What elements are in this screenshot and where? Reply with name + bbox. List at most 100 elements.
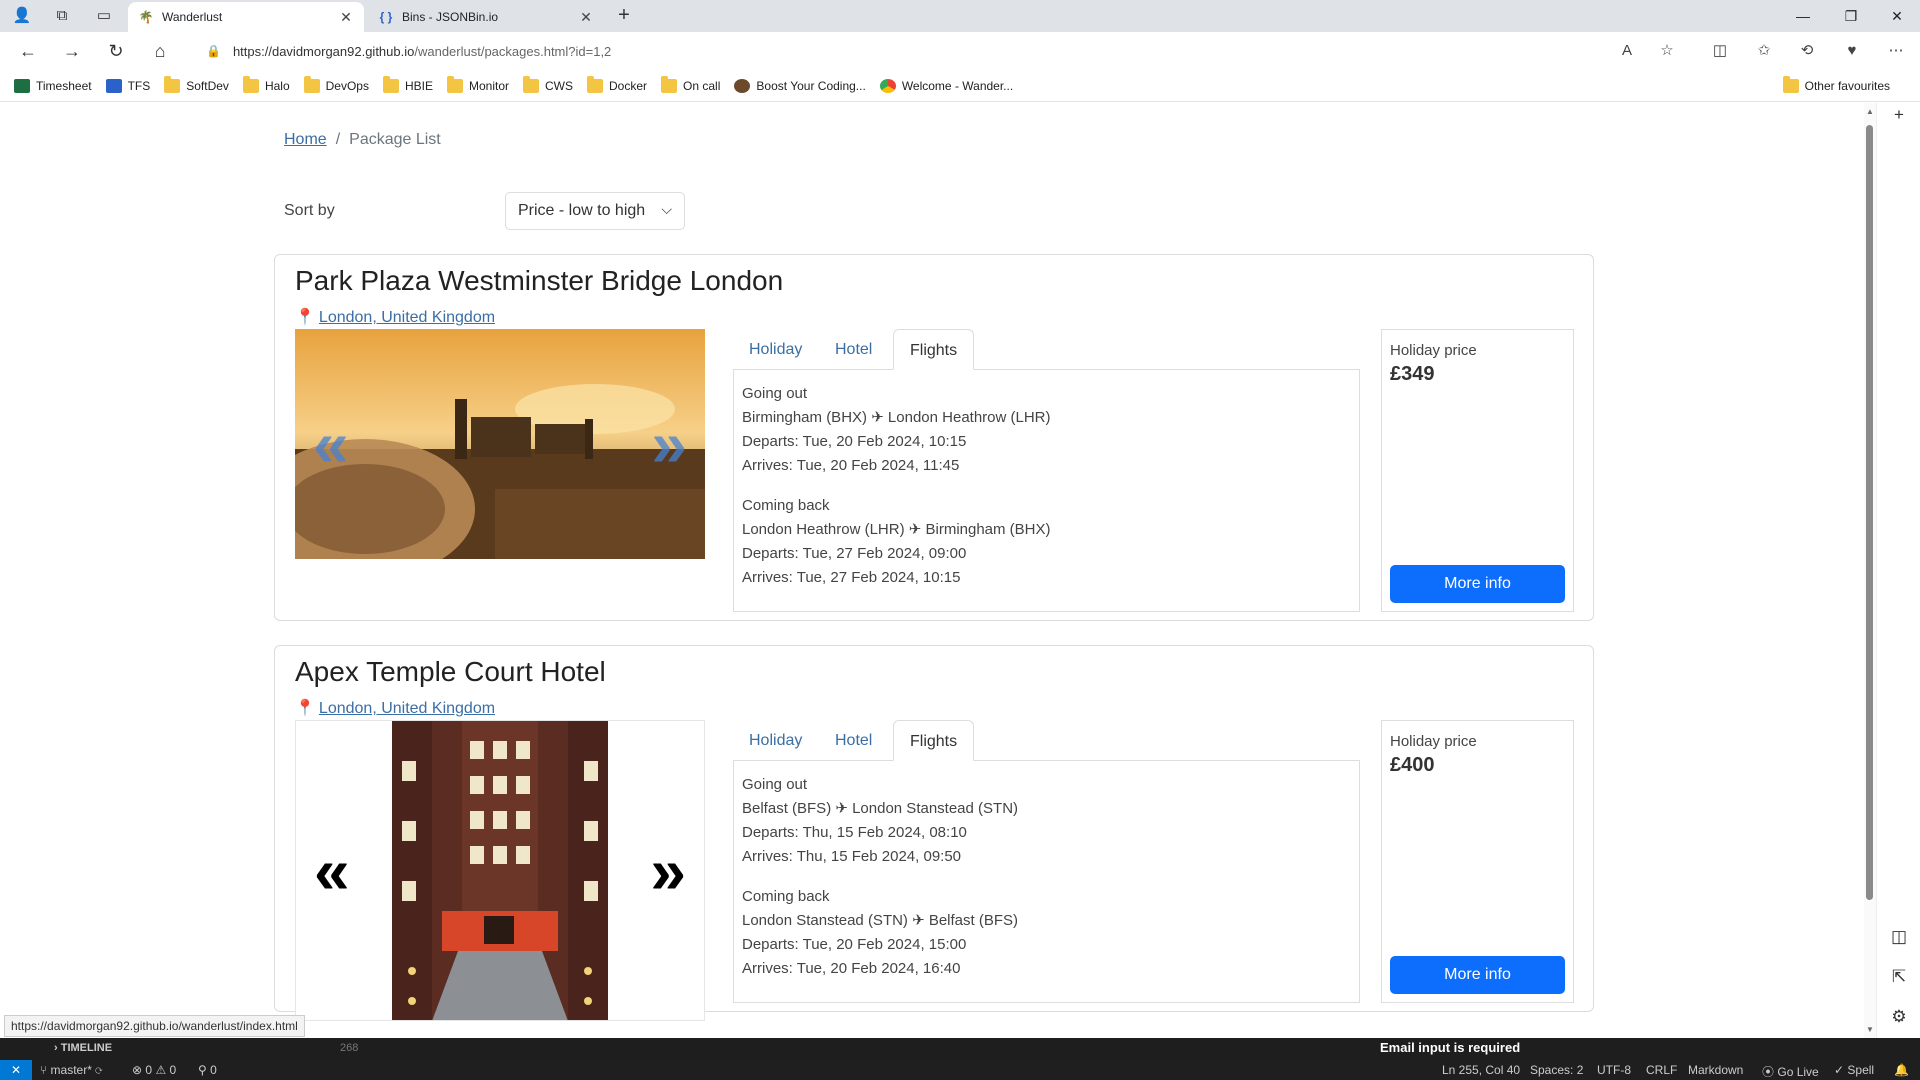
forward-icon[interactable]: → (60, 39, 84, 63)
bookmark-docker[interactable]: Docker (587, 75, 647, 93)
going-out-arrives: Arrives: Tue, 20 Feb 2024, 11:45 (742, 457, 960, 474)
profile-icon[interactable]: 👤 (10, 4, 34, 28)
coming-back-departs: Departs: Tue, 20 Feb 2024, 15:00 (742, 936, 967, 953)
carousel-next-icon[interactable]: » (651, 412, 687, 476)
problem-message: Email input is required (1380, 1040, 1521, 1055)
sidebar-settings-icon[interactable]: ⚙ (1887, 1005, 1911, 1029)
eol-status[interactable]: CRLF (1646, 1063, 1677, 1077)
coming-back-heading: Coming back (742, 888, 830, 905)
sidebar-layout-icon[interactable]: ◫ (1887, 925, 1911, 949)
tab-holiday[interactable]: Holiday (733, 329, 818, 370)
restore-button[interactable]: ❐ (1828, 0, 1874, 32)
scroll-up-icon[interactable]: ▲ (1864, 107, 1876, 116)
open-external-icon[interactable]: ⇱ (1887, 965, 1911, 989)
favourite-star-icon[interactable]: ☆ (1655, 39, 1679, 63)
settings-menu-icon[interactable]: ⋯ (1884, 39, 1908, 63)
close-tab-icon[interactable]: ✕ (338, 9, 354, 26)
go-live-button[interactable]: ⦿ Go Live (1762, 1063, 1819, 1080)
bookmark-boost-your-coding[interactable]: Boost Your Coding... (734, 78, 866, 93)
tab-list: Holiday Hotel Flights (733, 720, 1360, 761)
package-tabs: Holiday Hotel Flights Going out Belfast … (733, 720, 1360, 1003)
notifications-bell-icon[interactable]: 🔔 (1894, 1063, 1909, 1077)
bookmark-hbie[interactable]: HBIE (382, 75, 433, 93)
breadcrumb-home-link[interactable]: Home (284, 131, 327, 148)
folder-icon (587, 75, 604, 93)
tfs-icon (105, 78, 122, 93)
new-tab-button[interactable]: + (612, 4, 636, 28)
breadcrumb-separator: / (335, 131, 341, 148)
remote-icon[interactable]: ✕ (0, 1060, 32, 1080)
location-link[interactable]: 📍 London, United Kingdom (295, 698, 495, 718)
tab-hotel[interactable]: Hotel (819, 720, 888, 761)
read-aloud-icon[interactable]: A (1615, 39, 1639, 63)
page-scrollbar[interactable]: ▲ ▼ (1864, 103, 1876, 1038)
tab-wanderlust[interactable]: 🌴 Wanderlust ✕ (128, 2, 364, 32)
bookmark-softdev[interactable]: SoftDev (164, 75, 229, 93)
bookmark-other-favourites[interactable]: Other favourites (1782, 76, 1890, 93)
more-info-button[interactable]: More info (1390, 956, 1565, 994)
history-icon[interactable]: ⟲ (1795, 39, 1819, 63)
sync-icon: ⟳ (95, 1063, 103, 1077)
home-icon[interactable]: ⌂ (148, 39, 172, 63)
browser-tab-bar: 👤 ⧉ ▭ 🌴 Wanderlust ✕ { } Bins - JSONBin.… (0, 0, 1920, 32)
tab-hotel[interactable]: Hotel (819, 329, 888, 370)
bookmark-cws[interactable]: CWS (523, 75, 573, 93)
bookmark-monitor[interactable]: Monitor (447, 75, 509, 93)
bookmark-welcome-wanderlust[interactable]: Welcome - Wander... (879, 78, 1013, 93)
chrome-icon (879, 78, 896, 93)
carousel-prev-icon[interactable]: « (314, 839, 350, 903)
branch-status[interactable]: ⑂ master* ⟳ (40, 1063, 102, 1077)
workspaces-icon[interactable]: ⧉ (50, 4, 74, 28)
scrollbar-thumb[interactable] (1866, 125, 1873, 900)
timeline-section[interactable]: › TIMELINE (54, 1042, 112, 1054)
address-bar[interactable]: 🔒 https://davidmorgan92.github.io/wander… (190, 36, 1700, 66)
coming-back-arrives: Arrives: Tue, 27 Feb 2024, 10:15 (742, 569, 961, 586)
scroll-down-icon[interactable]: ▼ (1864, 1025, 1876, 1034)
add-sidebar-app-icon[interactable]: + (1887, 103, 1911, 127)
vscode-status-bar: ✕ ⑂ master* ⟳ ⊗ 0 ⚠ 0 ⚲ 0 Ln 255, Col 40… (0, 1060, 1920, 1080)
tab-title: Wanderlust (162, 10, 223, 24)
going-out-heading: Going out (742, 385, 808, 402)
more-info-button[interactable]: More info (1390, 565, 1565, 603)
tab-holiday[interactable]: Holiday (733, 720, 818, 761)
browser-essentials-icon[interactable]: ♥ (1840, 39, 1864, 63)
going-out-route: Birmingham (BHX) ✈ London Heathrow (LHR) (742, 409, 1051, 426)
close-tab-icon[interactable]: ✕ (578, 9, 594, 26)
coming-back-route: London Stanstead (STN) ✈ Belfast (BFS) (742, 912, 1019, 929)
carousel-prev-icon[interactable]: « (313, 412, 349, 476)
close-window-button[interactable]: ✕ (1874, 0, 1920, 32)
back-icon[interactable]: ← (16, 39, 40, 63)
image-carousel: « » (295, 720, 705, 1021)
line-number: 268 (340, 1042, 359, 1054)
sort-select[interactable]: Price - low to high ⌵ (505, 192, 685, 230)
bookmark-timesheet[interactable]: Timesheet (14, 78, 92, 93)
bookmark-devops[interactable]: DevOps (303, 75, 369, 93)
problems-status[interactable]: ⊗ 0 ⚠ 0 (132, 1063, 176, 1077)
bookmark-on-call[interactable]: On call (661, 75, 720, 93)
carousel-next-icon[interactable]: » (650, 839, 686, 903)
cursor-position[interactable]: Ln 255, Col 40 (1442, 1063, 1520, 1077)
link-hover-status: https://davidmorgan92.github.io/wanderlu… (4, 1015, 305, 1037)
favourites-icon[interactable]: ✩ (1752, 39, 1776, 63)
tab-flights[interactable]: Flights (893, 720, 975, 761)
ports-status[interactable]: ⚲ 0 (198, 1063, 217, 1077)
language-status[interactable]: Markdown (1688, 1063, 1743, 1077)
tab-actions-icon[interactable]: ▭ (92, 4, 116, 28)
spell-status[interactable]: ✓ Spell (1834, 1063, 1874, 1077)
image-carousel: « » (295, 329, 705, 559)
refresh-icon[interactable]: ↻ (104, 39, 128, 63)
indentation-status[interactable]: Spaces: 2 (1530, 1063, 1583, 1077)
lock-icon[interactable]: 🔒 (206, 44, 221, 58)
encoding-status[interactable]: UTF-8 (1597, 1063, 1631, 1077)
bookmark-halo[interactable]: Halo (242, 75, 290, 93)
tab-flights[interactable]: Flights (893, 329, 975, 370)
bookmark-tfs[interactable]: TFS (105, 78, 150, 93)
minimize-button[interactable]: — (1780, 0, 1826, 32)
tab-list: Holiday Hotel Flights (733, 329, 1360, 370)
tab-jsonbin[interactable]: { } Bins - JSONBin.io ✕ (368, 2, 604, 32)
going-out-heading: Going out (742, 776, 808, 793)
split-screen-icon[interactable]: ◫ (1708, 39, 1732, 63)
location-link[interactable]: 📍 London, United Kingdom (295, 307, 495, 327)
excel-icon (14, 78, 30, 93)
